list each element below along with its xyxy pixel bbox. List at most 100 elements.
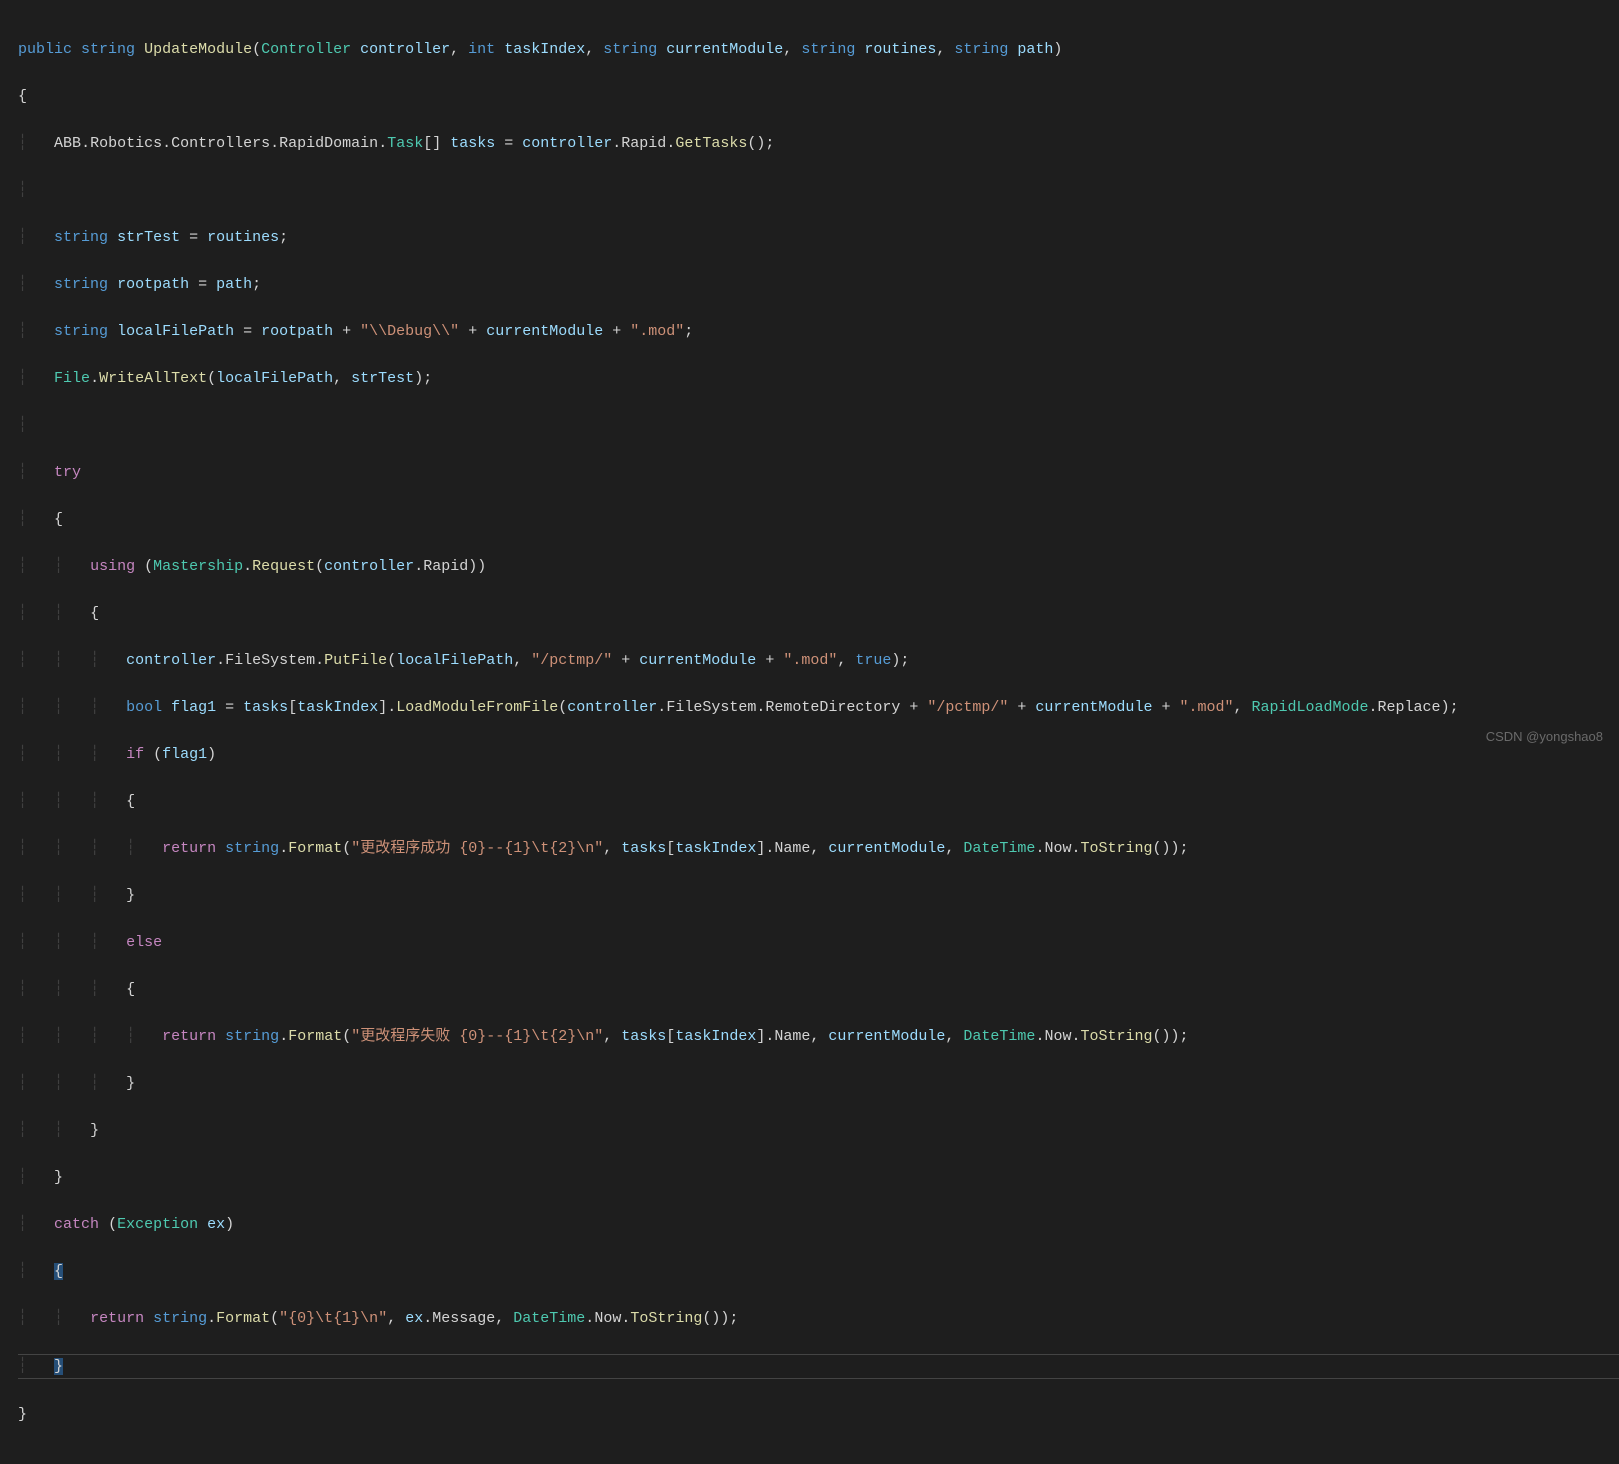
code-line[interactable]: ┆ ┆ ┆ ┆ return string.Format("更改程序失败 {0}… — [18, 1025, 1619, 1049]
identifier: Rapid — [621, 135, 666, 152]
code-line[interactable]: ┆ ┆ ┆ ┆ return string.Format("更改程序成功 {0}… — [18, 837, 1619, 861]
string-literal: "/pctmp/" — [927, 699, 1008, 716]
string-literal: "{0}\t{1}\n" — [279, 1310, 387, 1327]
identifier: RapidDomain — [279, 135, 378, 152]
variable: ex — [405, 1310, 423, 1327]
code-line[interactable]: ┆ string localFilePath = rootpath + "\\D… — [18, 320, 1619, 344]
code-line[interactable]: ┆ File.WriteAllText(localFilePath, strTe… — [18, 367, 1619, 391]
code-line[interactable]: ┆ ┆ ┆ { — [18, 790, 1619, 814]
keyword-string: string — [603, 41, 657, 58]
variable: rootpath — [117, 276, 189, 293]
keyword-if: if — [126, 746, 144, 763]
method: ToString — [1080, 1028, 1152, 1045]
identifier: Rapid — [423, 558, 468, 575]
param: path — [1017, 41, 1053, 58]
code-editor[interactable]: public string UpdateModule(Controller co… — [0, 0, 1619, 1464]
code-line[interactable]: ┆ string strTest = routines; — [18, 226, 1619, 250]
variable: taskIndex — [675, 840, 756, 857]
type: Mastership — [153, 558, 243, 575]
variable: rootpath — [261, 323, 333, 340]
variable: strTest — [351, 370, 414, 387]
matching-brace-close: } — [54, 1358, 63, 1375]
identifier: Robotics — [90, 135, 162, 152]
code-line[interactable]: ┆ ┆ ┆ } — [18, 1072, 1619, 1096]
keyword-true: true — [855, 652, 891, 669]
string-literal: ".mod" — [783, 652, 837, 669]
method: Request — [252, 558, 315, 575]
variable: flag1 — [162, 746, 207, 763]
type: RapidLoadMode — [1252, 699, 1369, 716]
keyword-else: else — [126, 934, 162, 951]
variable: localFilePath — [216, 370, 333, 387]
type: Task — [387, 135, 423, 152]
code-line[interactable]: ┆ ┆ ┆ if (flag1) — [18, 743, 1619, 767]
keyword-bool: bool — [126, 699, 162, 716]
variable: flag1 — [171, 699, 216, 716]
code-line[interactable]: ┆ ┆ ┆ else — [18, 931, 1619, 955]
variable: taskIndex — [297, 699, 378, 716]
variable: controller — [126, 652, 216, 669]
keyword-using: using — [90, 558, 135, 575]
code-line[interactable]: ┆ — [18, 414, 1619, 438]
method: Format — [288, 840, 342, 857]
variable: currentModule — [828, 1028, 945, 1045]
keyword-return: return — [90, 1310, 144, 1327]
variable: tasks — [243, 699, 288, 716]
variable: currentModule — [639, 652, 756, 669]
code-line[interactable]: ┆ ┆ ┆ } — [18, 884, 1619, 908]
identifier: FileSystem — [666, 699, 756, 716]
code-line[interactable]: ┆ { — [18, 1260, 1619, 1284]
string-literal: ".mod" — [630, 323, 684, 340]
identifier: Now — [594, 1310, 621, 1327]
variable: controller — [324, 558, 414, 575]
keyword: string — [54, 323, 108, 340]
type: File — [54, 370, 90, 387]
code-line[interactable]: ┆ ┆ using (Mastership.Request(controller… — [18, 555, 1619, 579]
code-line[interactable]: } — [18, 1403, 1619, 1427]
method: Format — [288, 1028, 342, 1045]
identifier: Name — [774, 1028, 810, 1045]
code-line[interactable]: ┆ ┆ ┆ controller.FileSystem.PutFile(loca… — [18, 649, 1619, 673]
identifier: Name — [774, 840, 810, 857]
variable: tasks — [621, 1028, 666, 1045]
keyword: string — [54, 229, 108, 246]
identifier: FileSystem — [225, 652, 315, 669]
type: Exception — [117, 1216, 198, 1233]
keyword-int: int — [468, 41, 495, 58]
identifier: Now — [1044, 840, 1071, 857]
code-line[interactable]: ┆ — [18, 179, 1619, 203]
code-line[interactable]: public string UpdateModule(Controller co… — [18, 38, 1619, 62]
method: Format — [216, 1310, 270, 1327]
variable: currentModule — [1035, 699, 1152, 716]
type: DateTime — [963, 1028, 1035, 1045]
variable: taskIndex — [675, 1028, 756, 1045]
keyword-string: string — [954, 41, 1008, 58]
code-line[interactable]: ┆ ┆ { — [18, 602, 1619, 626]
method: GetTasks — [675, 135, 747, 152]
method-name: UpdateModule — [144, 41, 252, 58]
code-line[interactable]: ┆ ABB.Robotics.Controllers.RapidDomain.T… — [18, 132, 1619, 156]
code-line[interactable]: ┆ { — [18, 508, 1619, 532]
identifier: Message — [432, 1310, 495, 1327]
code-line[interactable]: ┆ ┆ return string.Format("{0}\t{1}\n", e… — [18, 1307, 1619, 1331]
method: ToString — [1080, 840, 1152, 857]
method: PutFile — [324, 652, 387, 669]
code-line[interactable]: ┆ catch (Exception ex) — [18, 1213, 1619, 1237]
code-line[interactable]: ┆ ┆ } — [18, 1119, 1619, 1143]
code-line[interactable]: ┆ ┆ ┆ { — [18, 978, 1619, 1002]
code-line-active[interactable]: ┆ } — [18, 1354, 1619, 1380]
variable: localFilePath — [396, 652, 513, 669]
identifier: Replace — [1378, 699, 1441, 716]
variable: controller — [522, 135, 612, 152]
code-line[interactable]: ┆ try — [18, 461, 1619, 485]
code-line[interactable]: ┆ ┆ ┆ bool flag1 = tasks[taskIndex].Load… — [18, 696, 1619, 720]
variable: currentModule — [828, 840, 945, 857]
variable: path — [216, 276, 252, 293]
type: Controller — [261, 41, 351, 58]
variable: strTest — [117, 229, 180, 246]
code-line[interactable]: ┆ } — [18, 1166, 1619, 1190]
code-line[interactable]: { — [18, 85, 1619, 109]
code-line[interactable]: ┆ string rootpath = path; — [18, 273, 1619, 297]
matching-brace-open: { — [54, 1263, 63, 1280]
variable: localFilePath — [117, 323, 234, 340]
